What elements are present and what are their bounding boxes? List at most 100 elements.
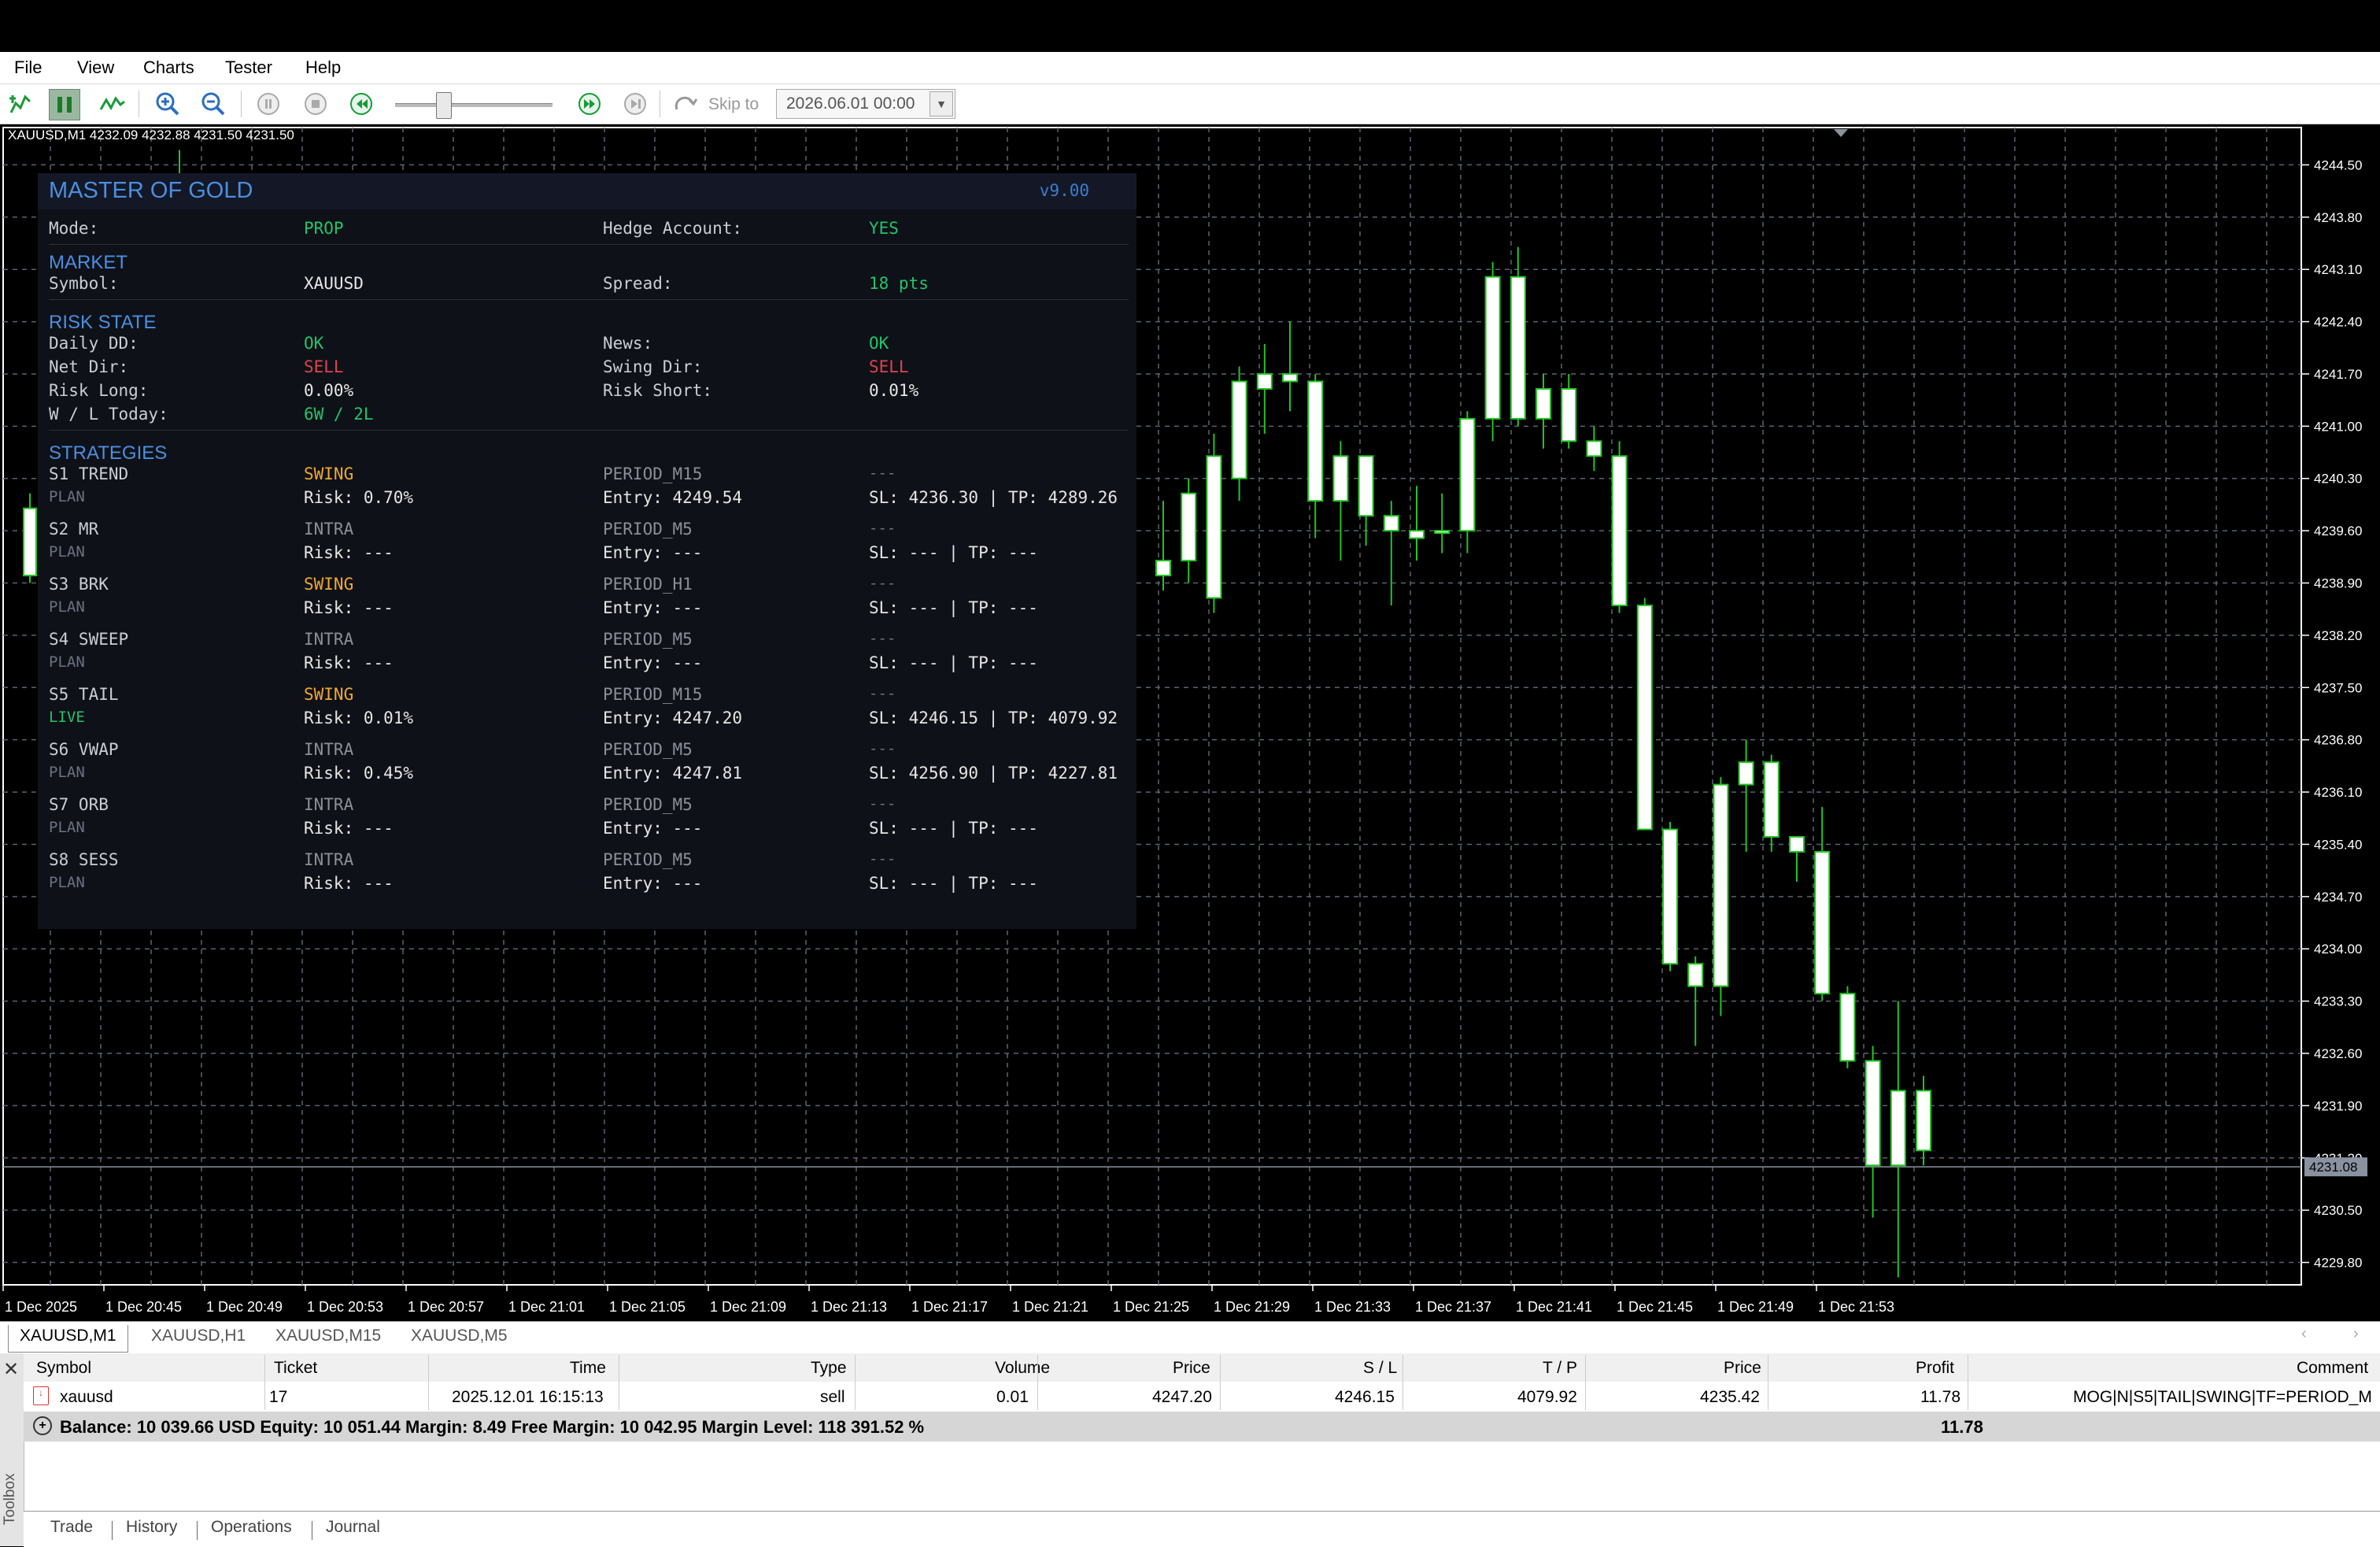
price-label: 4232.60 <box>2314 1046 2362 1061</box>
menu-help[interactable]: Help <box>305 57 341 78</box>
price-label: 4231.90 <box>2314 1098 2362 1113</box>
net-dir-label: Net Dir: <box>49 357 129 376</box>
price-label: 4237.50 <box>2314 680 2362 695</box>
candle-body <box>1484 276 1501 420</box>
title-bar-area <box>0 0 2380 52</box>
strategy-entry: Entry: 4249.54 <box>603 488 743 507</box>
strategy-sltp: SL: --- | TP: --- <box>869 653 1038 672</box>
tab-scroll-left-icon[interactable]: ‹ <box>2301 1325 2307 1343</box>
candle-body <box>1256 372 1273 390</box>
candle-body <box>1282 372 1298 383</box>
rewind-icon[interactable] <box>346 89 376 119</box>
time-label: 1 Dec 21:33 <box>1314 1299 1391 1315</box>
cell-symbol: xauusd <box>60 1388 113 1406</box>
strategy-name: S3 BRK <box>49 575 109 594</box>
price-label: 4238.90 <box>2314 576 2362 591</box>
zoom-out-icon[interactable] <box>198 89 228 119</box>
ea-info-panel: MASTER OF GOLD v9.00 Mode: PROP Hedge Ac… <box>38 173 1136 929</box>
close-icon[interactable]: ✕ <box>3 1358 19 1381</box>
time-label: 1 Dec 20:53 <box>307 1299 383 1315</box>
col-current-price[interactable]: Price <box>1724 1359 1761 1378</box>
price-label: 4236.80 <box>2314 733 2362 748</box>
skip-to-date-field[interactable]: 2026.06.01 00:00 ▼ <box>776 89 955 119</box>
ea-title: MASTER OF GOLD <box>49 178 253 203</box>
strategy-name: S6 VWAP <box>49 740 119 759</box>
price-label: 4234.00 <box>2314 942 2362 957</box>
col-symbol[interactable]: Symbol <box>36 1359 91 1378</box>
col-profit[interactable]: Profit <box>1916 1359 1954 1378</box>
price-label: 4240.30 <box>2314 472 2362 487</box>
tab-xauusd-m1[interactable]: XAUUSD,M1 <box>8 1325 128 1353</box>
tab-history[interactable]: History <box>126 1518 177 1537</box>
tab-xauusd-h1[interactable]: XAUUSD,H1 <box>140 1325 257 1352</box>
trade-grid-header: Symbol Ticket Time Type Volume Price S /… <box>24 1353 2380 1382</box>
expand-icon[interactable]: + <box>33 1416 52 1435</box>
divider <box>49 244 1129 245</box>
candle-body <box>1231 380 1247 479</box>
strategy-risk: Risk: 0.01% <box>304 709 414 727</box>
new-order-icon[interactable] <box>6 89 36 119</box>
ea-version: v9.00 <box>1039 181 1089 200</box>
pause-icon[interactable] <box>49 89 80 120</box>
tab-scroll-right-icon[interactable]: › <box>2353 1325 2359 1343</box>
risk-short-label: Risk Short: <box>603 381 713 400</box>
tab-operations[interactable]: Operations <box>211 1518 292 1537</box>
strategy-dashes: --- <box>869 520 896 537</box>
strategy-style: SWING <box>304 464 354 483</box>
tab-journal[interactable]: Journal <box>326 1518 380 1537</box>
cell-tp: 4079.92 <box>1517 1388 1577 1406</box>
fast-forward-icon[interactable] <box>575 89 604 119</box>
candle-body <box>1662 828 1678 965</box>
candle-body <box>1916 1090 1931 1152</box>
table-row[interactable]: ↓ xauusd 17 2025.12.01 16:15:13 sell 0.0… <box>24 1382 2380 1412</box>
order-type-icon: ↓ <box>33 1386 49 1405</box>
time-label: 1 Dec 21:41 <box>1516 1299 1592 1315</box>
menu-charts[interactable]: Charts <box>143 57 194 78</box>
strategy-sltp: SL: --- | TP: --- <box>869 874 1038 893</box>
strategy-style: INTRA <box>304 795 354 814</box>
speed-slider-track[interactable] <box>395 103 552 107</box>
col-type[interactable]: Type <box>811 1359 847 1378</box>
price-label: 4230.50 <box>2314 1203 2362 1218</box>
tab-xauusd-m15[interactable]: XAUUSD,M15 <box>264 1325 392 1352</box>
col-volume[interactable]: Volume <box>995 1359 1050 1378</box>
indicators-icon[interactable] <box>98 89 128 119</box>
strategy-name: S7 ORB <box>49 795 109 814</box>
speed-slider-handle[interactable] <box>436 92 452 119</box>
menu-tester[interactable]: Tester <box>225 57 272 78</box>
price-chart[interactable]: 4244.50 4243.80 4243.10 4242.40 4241.70 4241.… <box>0 124 2380 1321</box>
price-label: 4241.70 <box>2314 367 2362 382</box>
candle-body <box>1206 455 1222 599</box>
step-icon[interactable] <box>620 89 650 119</box>
strategy-period: PERIOD_M5 <box>603 795 693 814</box>
strategy-sltp: SL: 4256.90 | TP: 4227.81 <box>869 764 1118 783</box>
skip-to-icon[interactable] <box>671 89 700 119</box>
strategy-dashes: --- <box>869 740 896 757</box>
col-comment[interactable]: Comment <box>2297 1359 2368 1378</box>
price-label: 4238.20 <box>2314 628 2362 643</box>
tab-xauusd-m5[interactable]: XAUUSD,M5 <box>400 1325 519 1352</box>
menu-view[interactable]: View <box>77 57 114 78</box>
strategy-risk: Risk: 0.70% <box>304 488 414 507</box>
cell-ticket: 17 <box>269 1388 288 1406</box>
stop-square-icon[interactable] <box>301 89 331 119</box>
strategy-state: PLAN <box>49 874 85 891</box>
zoom-in-icon[interactable] <box>153 89 183 119</box>
swing-dir-label: Swing Dir: <box>603 357 703 376</box>
time-label: 1 Dec 21:21 <box>1012 1299 1088 1315</box>
daily-dd-label: Daily DD: <box>49 334 139 353</box>
col-time[interactable]: Time <box>570 1359 606 1378</box>
col-price[interactable]: Price <box>1173 1359 1210 1378</box>
col-tp[interactable]: T / P <box>1543 1359 1577 1378</box>
column-divider <box>1037 1355 1038 1410</box>
strategy-period: PERIOD_M15 <box>603 464 703 483</box>
col-ticket[interactable]: Ticket <box>274 1359 317 1378</box>
stop-icon[interactable] <box>253 89 283 119</box>
tab-trade[interactable]: Trade <box>50 1518 93 1537</box>
daily-dd-value: OK <box>304 334 324 353</box>
menu-file[interactable]: File <box>14 57 42 78</box>
price-label: 4243.80 <box>2314 210 2362 225</box>
col-sl[interactable]: S / L <box>1363 1359 1397 1378</box>
chevron-down-icon[interactable]: ▼ <box>929 91 953 117</box>
skip-to-date-value: 2026.06.01 00:00 <box>786 94 915 113</box>
